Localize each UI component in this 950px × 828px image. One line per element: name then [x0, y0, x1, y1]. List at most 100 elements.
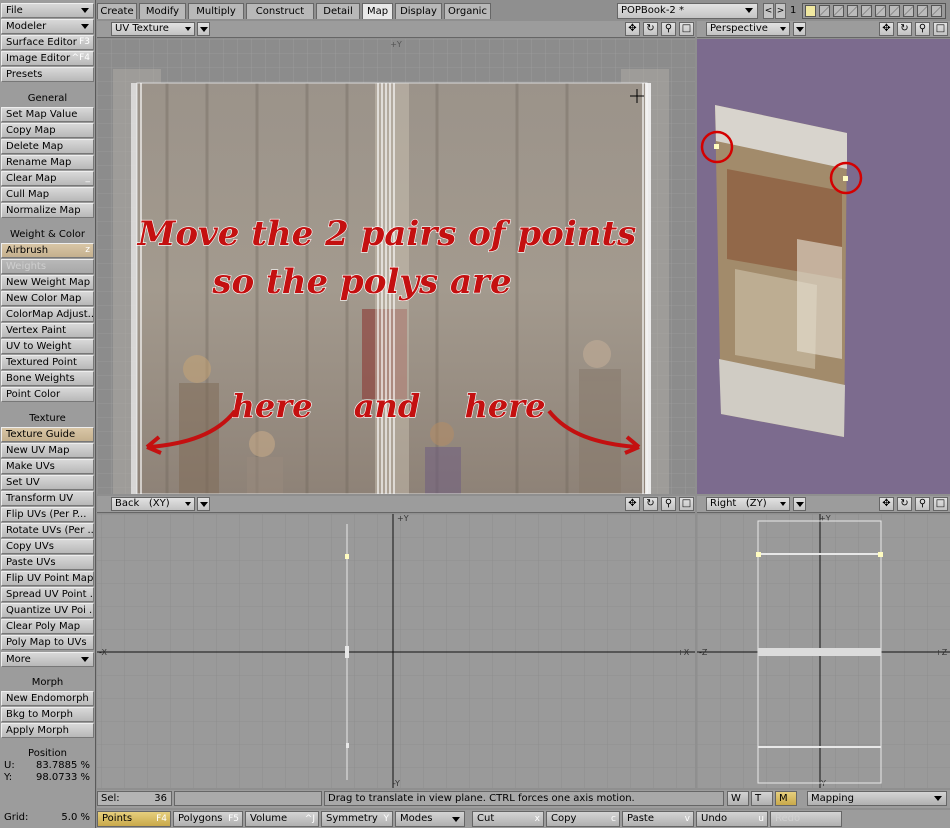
tool-clear-map-button[interactable]: Clear Map _ — [1, 171, 94, 186]
tool-copy-uvs-button[interactable]: Copy UVs — [1, 539, 94, 554]
tool-cull-map-button[interactable]: Cull Map — [1, 187, 94, 202]
layer-button[interactable] — [805, 5, 816, 17]
cut-button[interactable]: Cut x — [472, 811, 544, 827]
file-menu[interactable]: File — [1, 3, 94, 18]
move-view-icon[interactable]: ✥ — [625, 497, 640, 511]
mapping-select[interactable]: Mapping — [807, 791, 947, 806]
next-scene-button[interactable]: > — [775, 3, 786, 19]
t-toggle[interactable]: T — [751, 791, 773, 806]
maximize-view-icon[interactable]: □ — [933, 497, 948, 511]
layer-button[interactable] — [875, 5, 886, 17]
m-toggle[interactable]: M — [775, 791, 797, 806]
tool-apply-morph-button[interactable]: Apply Morph — [1, 723, 94, 738]
tab-map[interactable]: Map — [362, 3, 393, 19]
tool-new-weight-map-button[interactable]: New Weight Map — [1, 275, 94, 290]
tool-image-editor-button[interactable]: Image Editor ^F4 — [1, 51, 94, 66]
copy-button[interactable]: Copy c — [546, 811, 620, 827]
layer-button[interactable] — [861, 5, 872, 17]
more-menu[interactable]: More — [1, 652, 94, 667]
prev-scene-button[interactable]: < — [763, 3, 774, 19]
tool-presets-button[interactable]: Presets — [1, 67, 94, 82]
zoom-view-icon[interactable]: ⚲ — [915, 497, 930, 511]
points-mode-button[interactable]: Points F4 — [97, 811, 171, 827]
rotate-view-icon[interactable]: ↻ — [643, 497, 658, 511]
tool-make-uvs-button[interactable]: Make UVs — [1, 459, 94, 474]
zoom-view-icon[interactable]: ⚲ — [661, 22, 676, 36]
tab-create[interactable]: Create — [97, 3, 137, 19]
tool-copy-map-button[interactable]: Copy Map — [1, 123, 94, 138]
tool-new-uv-map-button[interactable]: New UV Map — [1, 443, 94, 458]
maximize-view-icon[interactable]: □ — [933, 22, 948, 36]
layer-button[interactable] — [931, 5, 942, 17]
tab-construct[interactable]: Construct — [246, 3, 314, 19]
back-viewport-menu[interactable] — [197, 497, 210, 511]
rotate-view-icon[interactable]: ↻ — [897, 22, 912, 36]
tool-spread-uv-point-button[interactable]: Spread UV Point ... — [1, 587, 94, 602]
perspective-viewport-menu[interactable] — [793, 22, 806, 36]
undo-button[interactable]: Undo u — [696, 811, 768, 827]
tab-organic[interactable]: Organic — [444, 3, 491, 19]
tool-delete-map-button[interactable]: Delete Map — [1, 139, 94, 154]
tool-point-color-button[interactable]: Point Color — [1, 387, 94, 402]
modeler-menu[interactable]: Modeler — [1, 19, 94, 34]
right-viewport-menu[interactable] — [793, 497, 806, 511]
tool-texture-guide-button[interactable]: Texture Guide — [1, 427, 94, 442]
tool-new-endomorph-button[interactable]: New Endomorph — [1, 691, 94, 706]
selected-point[interactable] — [843, 176, 848, 181]
back-viewport-canvas[interactable]: +Y -Y -X +X — [97, 514, 695, 788]
redo-button[interactable]: Redo — [770, 811, 842, 827]
layer-button[interactable] — [847, 5, 858, 17]
tool-quantize-uv-poi-button[interactable]: Quantize UV Poi ... — [1, 603, 94, 618]
zoom-view-icon[interactable]: ⚲ — [915, 22, 930, 36]
tab-detail[interactable]: Detail — [316, 3, 360, 19]
volume-mode-button[interactable]: Volume ^J — [245, 811, 319, 827]
tool-flip-uv-point-map-button[interactable]: Flip UV Point Map — [1, 571, 94, 586]
move-view-icon[interactable]: ✥ — [879, 497, 894, 511]
tool-uv-to-weight-button[interactable]: UV to Weight — [1, 339, 94, 354]
tab-multiply[interactable]: Multiply — [188, 3, 244, 19]
maximize-view-icon[interactable]: □ — [679, 22, 694, 36]
right-viewport-canvas[interactable]: +Y -Y -Z +Z — [697, 514, 950, 788]
move-view-icon[interactable]: ✥ — [625, 22, 640, 36]
selected-point[interactable] — [345, 554, 349, 559]
tool-rotate-uvs-per-button[interactable]: Rotate UVs (Per ... — [1, 523, 94, 538]
layer-button[interactable] — [819, 5, 830, 17]
tool-rename-map-button[interactable]: Rename Map — [1, 155, 94, 170]
tool-bkg-to-morph-button[interactable]: Bkg to Morph — [1, 707, 94, 722]
w-toggle[interactable]: W — [727, 791, 749, 806]
layer-button[interactable] — [903, 5, 914, 17]
modes-menu[interactable]: Modes — [395, 811, 465, 827]
symmetry-button[interactable]: Symmetry Y — [321, 811, 393, 827]
tool-flip-uvs-per-p-button[interactable]: Flip UVs (Per P... — [1, 507, 94, 522]
right-view-select[interactable]: Right (ZY) — [706, 497, 790, 511]
polygons-mode-button[interactable]: Polygons F5 — [173, 811, 243, 827]
selected-point[interactable] — [878, 552, 883, 557]
tool-poly-map-to-uvs-button[interactable]: Poly Map to UVs — [1, 635, 94, 650]
rotate-view-icon[interactable]: ↻ — [643, 22, 658, 36]
maximize-view-icon[interactable]: □ — [679, 497, 694, 511]
tool-vertex-paint-button[interactable]: Vertex Paint — [1, 323, 94, 338]
tool-set-map-value-button[interactable]: Set Map Value — [1, 107, 94, 122]
tool-surface-editor-button[interactable]: Surface Editor F3 — [1, 35, 94, 50]
move-view-icon[interactable]: ✥ — [879, 22, 894, 36]
uv-viewport-menu[interactable] — [197, 22, 210, 36]
layer-button[interactable] — [889, 5, 900, 17]
tool-set-uv-button[interactable]: Set UV — [1, 475, 94, 490]
tool-airbrush-button[interactable]: Airbrush z — [1, 243, 94, 258]
tool-paste-uvs-button[interactable]: Paste UVs — [1, 555, 94, 570]
tool-colormap-adjust-button[interactable]: ColorMap Adjust... — [1, 307, 94, 322]
layer-button[interactable] — [833, 5, 844, 17]
tool-bone-weights-button[interactable]: Bone Weights — [1, 371, 94, 386]
selected-point[interactable] — [756, 552, 761, 557]
uv-view-select[interactable]: UV Texture — [111, 22, 195, 36]
rotate-view-icon[interactable]: ↻ — [897, 497, 912, 511]
layer-button[interactable] — [917, 5, 928, 17]
back-view-select[interactable]: Back (XY) — [111, 497, 195, 511]
scene-selector[interactable]: POPBook-2 * — [617, 3, 758, 19]
tool-weights-button[interactable]: Weights — [1, 259, 94, 274]
tab-modify[interactable]: Modify — [139, 3, 186, 19]
perspective-view-select[interactable]: Perspective — [706, 22, 790, 36]
tool-clear-poly-map-button[interactable]: Clear Poly Map — [1, 619, 94, 634]
tool-normalize-map-button[interactable]: Normalize Map — [1, 203, 94, 218]
tool-transform-uv-button[interactable]: Transform UV — [1, 491, 94, 506]
